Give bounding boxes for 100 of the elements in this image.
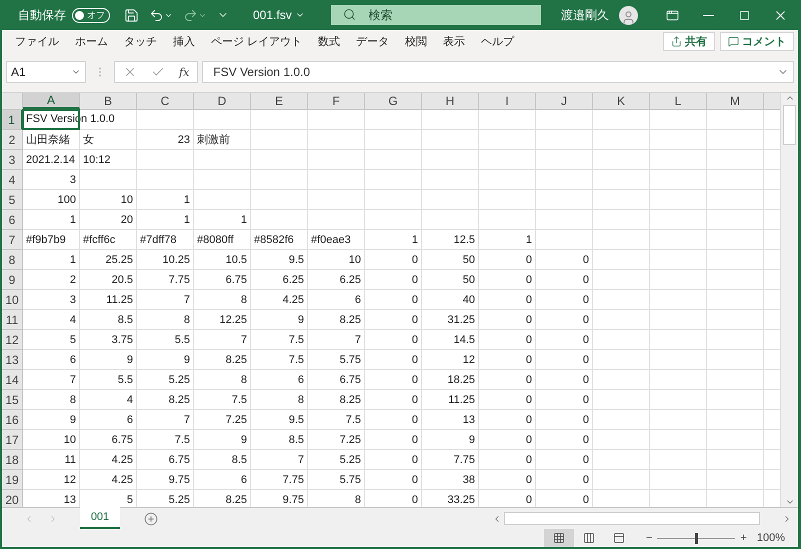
- insert-function-label[interactable]: fx: [179, 66, 190, 78]
- table-cell-text: 0: [524, 372, 533, 388]
- page-layout-icon: [582, 532, 595, 544]
- autosave-toggle[interactable]: オフ: [72, 8, 110, 22]
- row-header[interactable]: 8: [2, 250, 23, 270]
- autosave-label: 自動保存: [18, 6, 66, 24]
- row-header[interactable]: 6: [2, 210, 23, 230]
- row-header[interactable]: 15: [2, 390, 23, 410]
- table-cell-text: 3.75: [110, 332, 134, 348]
- menu-item[interactable]: 挿入: [165, 34, 203, 48]
- table-cell-text: 0: [410, 412, 419, 428]
- horizontal-scrollbar[interactable]: [504, 512, 760, 525]
- table-cell-text: 5.75: [338, 352, 362, 368]
- formula-field[interactable]: FSV Version 1.0.0: [202, 61, 794, 83]
- row-header[interactable]: 3: [2, 150, 23, 170]
- undo-button[interactable]: [149, 8, 173, 22]
- table-cell-text: 7: [68, 372, 77, 388]
- zoom-out-label[interactable]: −: [646, 532, 652, 544]
- row-header[interactable]: 7: [2, 230, 23, 250]
- table-cell-text: #8582f6: [253, 232, 295, 248]
- table-cell-text: 31.25: [446, 312, 476, 328]
- table-cell-text: 0: [582, 252, 590, 268]
- menu-item[interactable]: ページ レイアウト: [203, 34, 310, 48]
- zoom-in-label[interactable]: +: [740, 532, 747, 544]
- row-header[interactable]: 1: [2, 110, 23, 130]
- table-cell-text: 6.25: [338, 272, 362, 288]
- menu-item[interactable]: ホーム: [67, 34, 116, 48]
- table-cell-text: 9: [68, 412, 77, 428]
- menu-item[interactable]: タッチ: [116, 34, 165, 48]
- sheet-tab[interactable]: 001: [80, 507, 120, 529]
- table-cell-text: 0: [410, 372, 419, 388]
- table-cell-text: 0: [582, 352, 590, 368]
- row-header[interactable]: 19: [2, 470, 23, 490]
- view-button[interactable]: [544, 529, 574, 547]
- menu-item[interactable]: 数式: [310, 34, 348, 48]
- column-header[interactable]: A: [23, 93, 80, 109]
- table-cell-text: 9: [240, 432, 248, 448]
- row-header[interactable]: 4: [2, 170, 23, 190]
- row-header[interactable]: 12: [2, 330, 23, 350]
- table-cell-text: 1: [182, 212, 191, 228]
- table-cell-text: 1: [410, 232, 419, 248]
- row-header[interactable]: 20: [2, 490, 23, 507]
- vertical-scrollbar[interactable]: [780, 93, 798, 507]
- save-icon: [124, 8, 139, 22]
- row-header[interactable]: 17: [2, 430, 23, 450]
- scrollbar-thumb[interactable]: [783, 105, 796, 145]
- menu-item[interactable]: 表示: [435, 34, 474, 48]
- table-cell-text: 20.5: [110, 272, 134, 288]
- avatar-icon[interactable]: [619, 6, 638, 24]
- menu-item[interactable]: ヘルプ: [473, 34, 522, 48]
- table-cell-text: 100: [56, 192, 77, 208]
- save-button[interactable]: [124, 8, 139, 22]
- table-cell-text: 6: [354, 292, 362, 308]
- menu-item[interactable]: ファイル: [7, 34, 67, 48]
- row-header[interactable]: 18: [2, 450, 23, 470]
- zoom-percent[interactable]: 100%: [756, 532, 785, 544]
- table-cell-text: 10:12: [82, 152, 112, 168]
- row-header[interactable]: 10: [2, 290, 23, 310]
- row-header[interactable]: 13: [2, 350, 23, 370]
- table-cell-text: 7: [354, 332, 362, 348]
- table-cell-text: 0: [582, 332, 590, 348]
- table-cell-text: 7.25: [224, 412, 248, 428]
- table-cell-text: 10: [62, 432, 77, 448]
- row-header[interactable]: 16: [2, 410, 23, 430]
- table-cell-text: 6.75: [110, 432, 134, 448]
- table-cell-text: 8.5: [116, 312, 134, 328]
- table-cell-text: 7.5: [344, 412, 362, 428]
- table-cell-text: 0: [582, 452, 590, 468]
- table-cell-text: 0: [410, 332, 419, 348]
- menu-item[interactable]: データ: [348, 34, 398, 48]
- table-cell-text: #7dff78: [139, 232, 178, 248]
- table-cell-text: 4: [68, 312, 77, 328]
- row-header[interactable]: 11: [2, 310, 23, 330]
- table-cell-text: 9.5: [288, 412, 305, 428]
- table-cell-text: 7: [182, 412, 191, 428]
- comment-button[interactable]: コメント: [720, 32, 794, 50]
- table-cell-text: 1: [68, 212, 77, 228]
- table-cell-text: 12: [462, 352, 476, 368]
- zoom-thumb[interactable]: [695, 532, 698, 544]
- table-cell-text: 9: [182, 352, 191, 368]
- window-icon: [666, 8, 678, 22]
- row-header[interactable]: 14: [2, 370, 23, 390]
- table-cell-text: #f9b7b9: [25, 232, 67, 248]
- file-name[interactable]: 001.fsv: [253, 8, 305, 22]
- row-header[interactable]: 2: [2, 130, 23, 150]
- row-header[interactable]: 5: [2, 190, 23, 210]
- table-cell-text: 0: [410, 252, 419, 268]
- table-cell-text: 1: [182, 192, 191, 208]
- table-cell-text: 20: [120, 212, 134, 228]
- row-header[interactable]: 9: [2, 270, 23, 290]
- menu-item[interactable]: 校閲: [397, 34, 436, 48]
- table-cell-text: 8: [240, 292, 248, 308]
- table-cell-text: 8: [240, 372, 248, 388]
- table-cell-text: 10.5: [224, 252, 248, 268]
- table-cell-text: 3: [68, 172, 77, 188]
- table-cell-text: 刺激前: [196, 133, 231, 148]
- search-field[interactable]: 検索: [330, 5, 541, 25]
- table-cell-text: 6.75: [168, 452, 191, 468]
- share-button[interactable]: 共有: [663, 32, 715, 50]
- name-box[interactable]: A1: [6, 61, 86, 83]
